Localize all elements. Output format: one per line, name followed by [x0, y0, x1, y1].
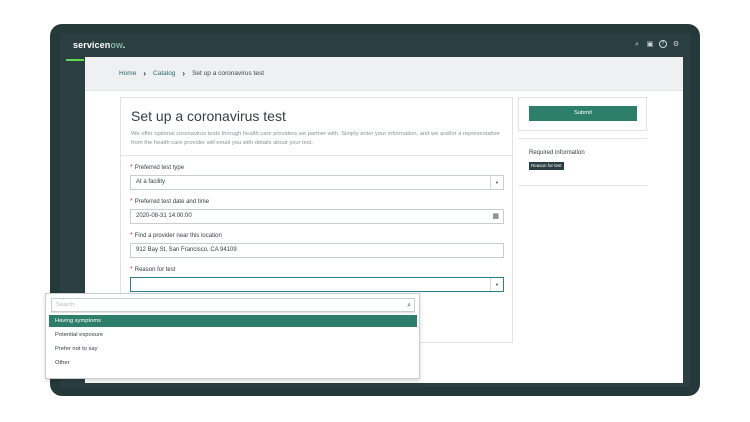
- label-date-time: * Preferred test date and time: [130, 198, 210, 205]
- submit-button[interactable]: Submit: [529, 106, 637, 121]
- calendar-icon[interactable]: ▦: [492, 210, 499, 223]
- label-provider-location: * Find a provider near this location: [130, 232, 222, 239]
- breadcrumb-current: Set up a coronavirus test: [192, 70, 264, 77]
- provider-location-input[interactable]: 912 Bay St, San Francisco, CA 94109: [130, 243, 504, 258]
- dropdown-search-input[interactable]: Search ⌕: [51, 298, 415, 312]
- search-icon: ⌕: [407, 301, 411, 309]
- breadcrumb: Home › Catalog › Set up a coronavirus te…: [119, 69, 264, 78]
- chevron-down-icon: ▼: [490, 176, 503, 189]
- form-description: We offer optional coronavirus tests thro…: [131, 131, 500, 146]
- breadcrumb-catalog[interactable]: Catalog: [153, 70, 175, 77]
- option-prefer-not-to-say[interactable]: Prefer not to say: [49, 343, 417, 355]
- required-info-badge: Reason for test: [529, 162, 564, 170]
- search-icon[interactable]: ⌕: [633, 40, 641, 48]
- servicenow-logo[interactable]: servicenow.: [73, 40, 125, 50]
- chevron-right-icon: ›: [143, 69, 147, 78]
- divider: [518, 185, 647, 186]
- breadcrumb-bar: Home › Catalog › Set up a coronavirus te…: [85, 57, 683, 91]
- required-marker: *: [130, 266, 133, 273]
- chevron-down-icon: ▼: [490, 278, 503, 291]
- divider: [518, 138, 647, 139]
- label-test-type: * Preferred test type: [130, 164, 185, 171]
- test-type-select[interactable]: At a facility ▼: [130, 175, 504, 190]
- reason-dropdown: Search ⌕ Having symptoms Potential exposu…: [45, 293, 420, 379]
- required-info-title: Required information: [529, 150, 585, 156]
- required-marker: *: [130, 198, 133, 205]
- page-title: Set up a coronavirus test: [131, 108, 286, 124]
- settings-icon[interactable]: ⚙: [672, 40, 680, 48]
- required-marker: *: [130, 164, 133, 171]
- help-icon[interactable]: ?: [659, 40, 667, 48]
- option-having-symptoms[interactable]: Having symptoms: [49, 315, 417, 327]
- top-icons: ⌕ ▣ ? ⚙: [633, 40, 680, 48]
- chat-icon[interactable]: ▣: [646, 40, 654, 48]
- label-reason: * Reason for test: [130, 266, 176, 273]
- date-time-input[interactable]: 2020-08-31 14:00:00 ▦: [130, 209, 504, 224]
- divider: [51, 312, 415, 313]
- chevron-right-icon: ›: [182, 69, 186, 78]
- active-indicator: [66, 59, 84, 61]
- divider: [121, 155, 512, 156]
- breadcrumb-home[interactable]: Home: [119, 70, 136, 77]
- option-other[interactable]: Other: [49, 357, 417, 369]
- reason-select[interactable]: ▼: [130, 277, 504, 292]
- top-navigation-bar: servicenow. ⌕ ▣ ? ⚙: [60, 33, 690, 57]
- required-marker: *: [130, 232, 133, 239]
- submit-panel: Submit: [518, 97, 647, 131]
- option-potential-exposure[interactable]: Potential exposure: [49, 329, 417, 341]
